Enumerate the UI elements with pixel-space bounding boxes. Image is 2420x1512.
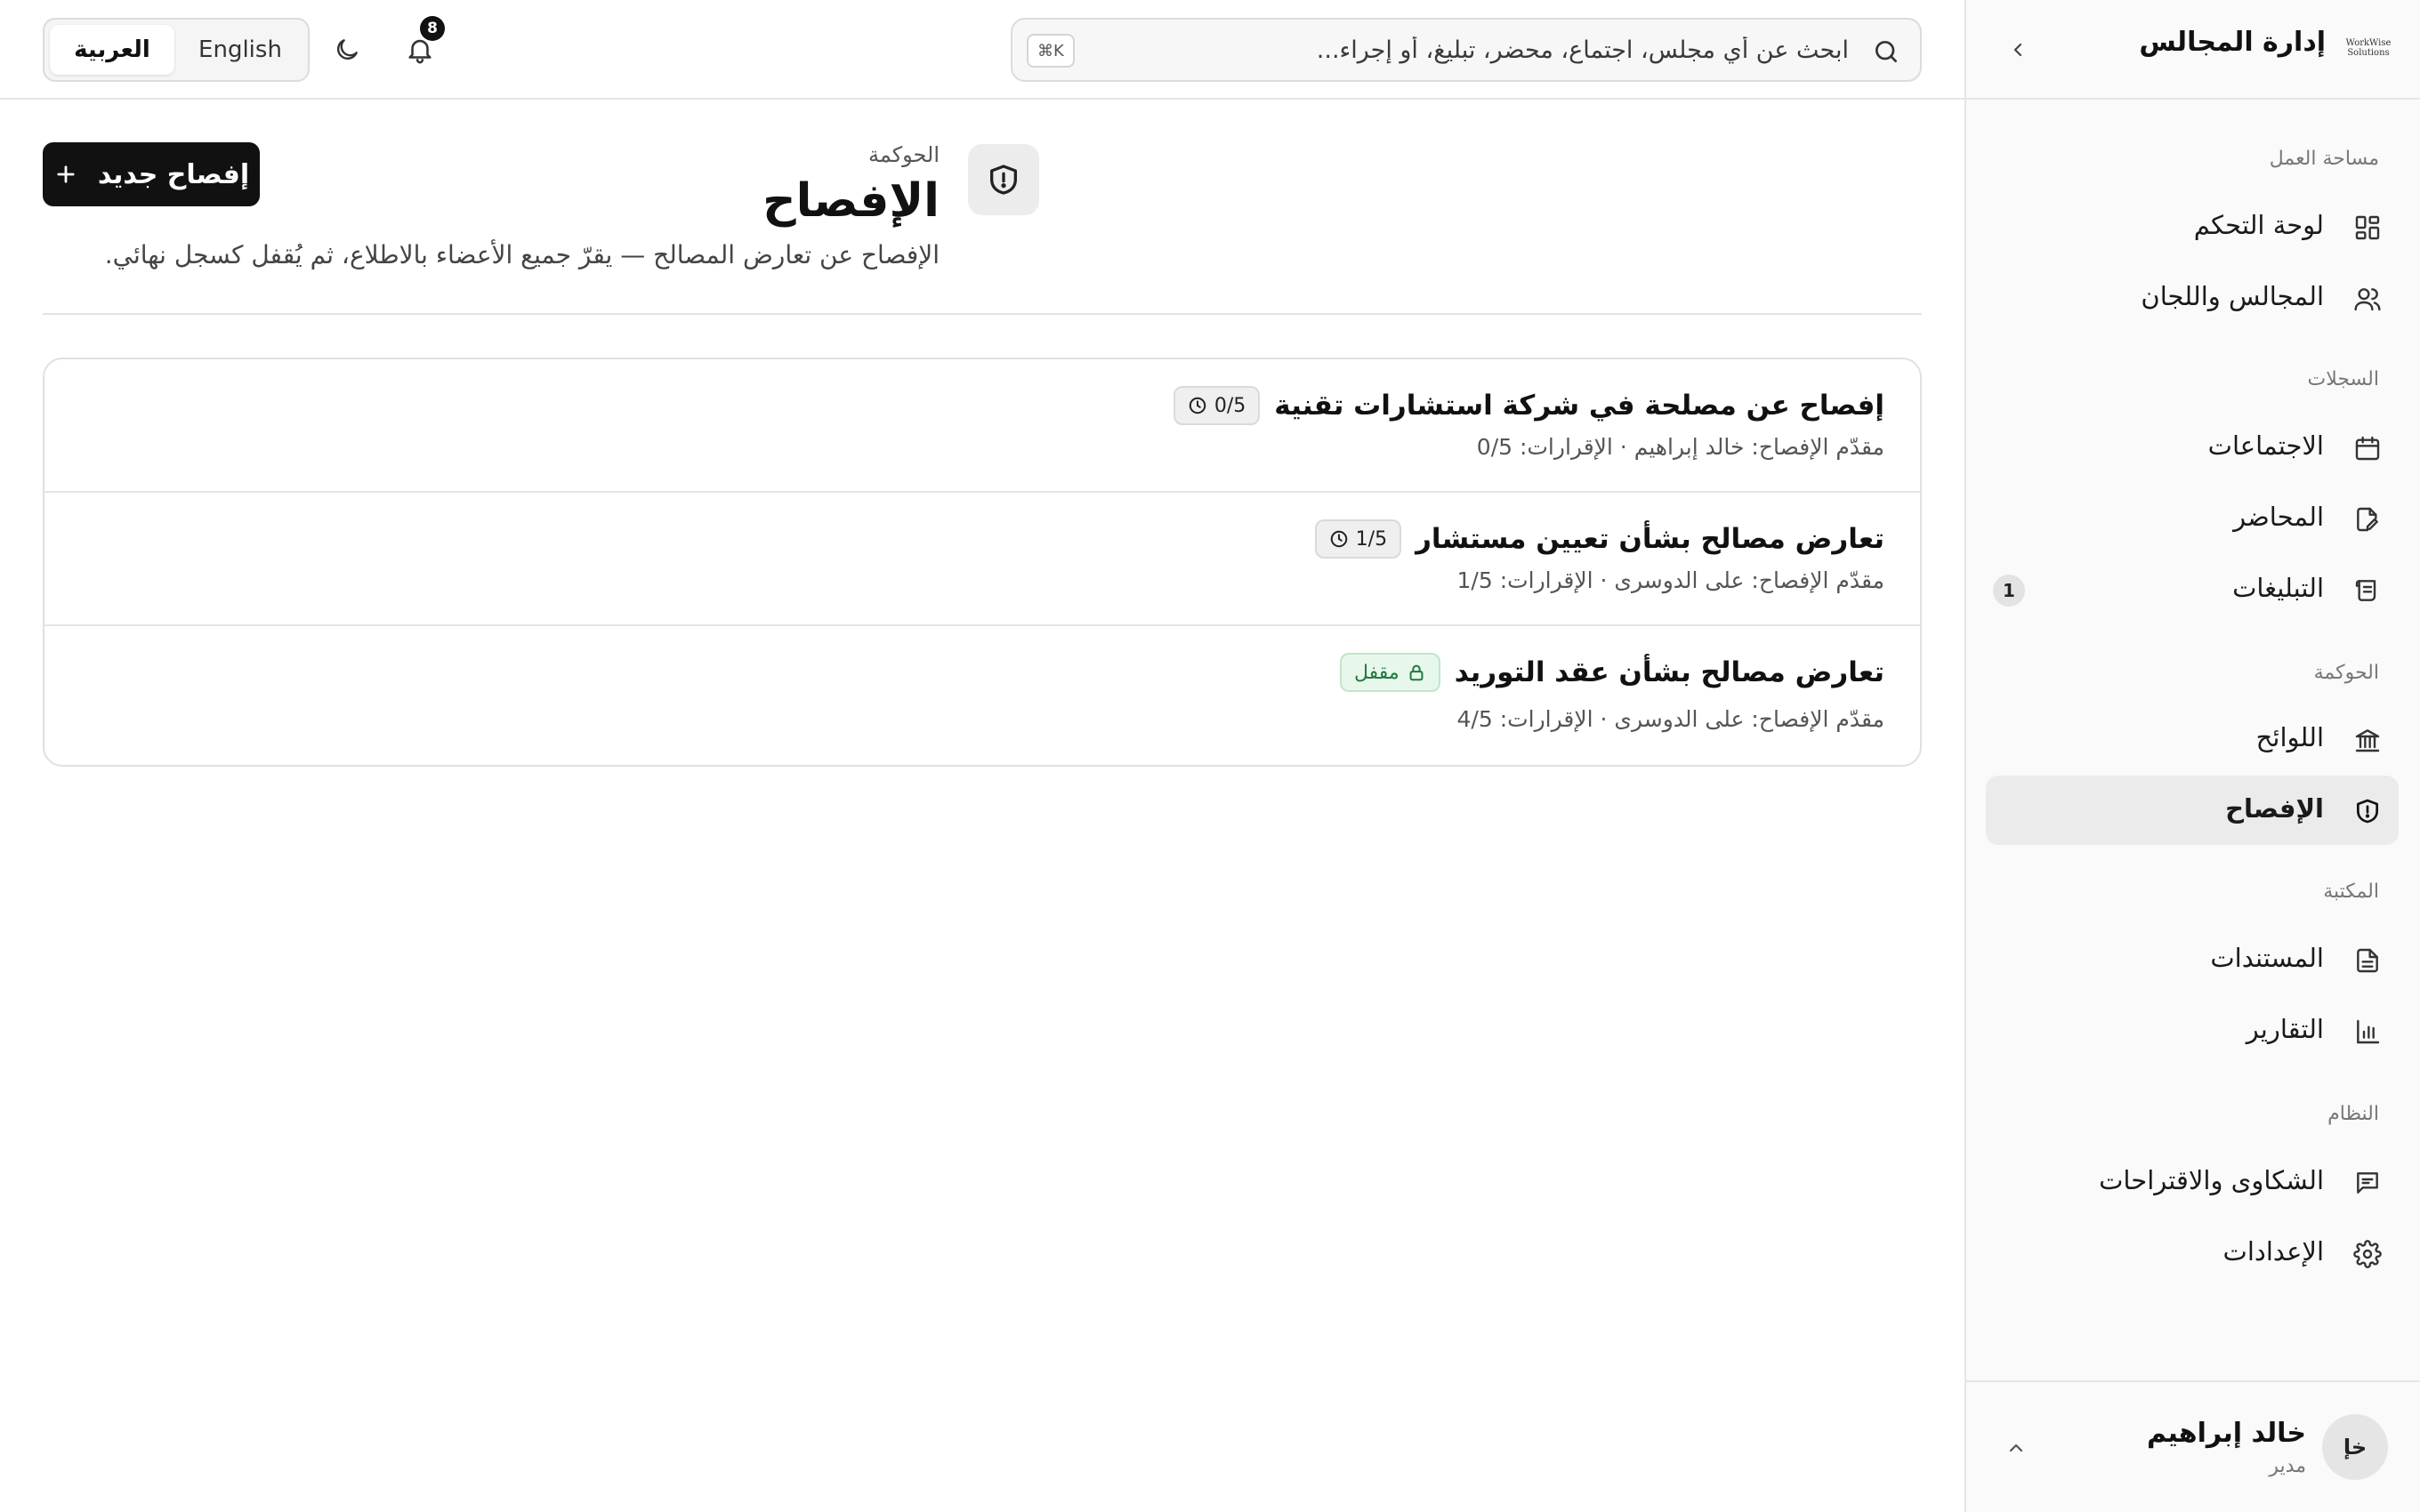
notices-count-badge: 1 (1993, 575, 2025, 607)
disclosure-row[interactable]: تعارض مصالح بشأن عقد التوريد مقفل مقدّم … (44, 626, 1920, 765)
sidebar-item-boards[interactable]: المجالس واللجان (1986, 263, 2399, 333)
brand-logo-line2: Solutions (2347, 48, 2390, 58)
moon-icon (337, 39, 358, 60)
sidebar-section-library: المكتبة (2323, 881, 2379, 903)
disclosure-row[interactable]: تعارض مصالح بشأن تعيين مستشار 1/5 مقدّم … (44, 493, 1920, 624)
search-icon (1870, 36, 1902, 68)
sidebar-item-meetings[interactable]: الاجتماعات (1986, 413, 2399, 482)
user-menu-button[interactable] (1998, 1430, 2034, 1466)
search-input[interactable] (1137, 28, 1849, 71)
users-icon (2352, 284, 2383, 314)
sidebar-item-label: اللوائح (2255, 722, 2324, 752)
brand-logo: WorkWise Solutions (2343, 36, 2393, 60)
clock-icon (1189, 397, 1206, 414)
sidebar-item-settings[interactable]: الإعدادات (1986, 1218, 2399, 1288)
disclosures-list: إفصاح عن مصلحة في شركة استشارات تقنية 0/… (43, 358, 1922, 767)
bank-icon (2352, 725, 2383, 755)
language-switch: English العربية (43, 18, 310, 82)
avatar[interactable]: خإ (2322, 1414, 2388, 1480)
sidebar-section-system: النظام (2327, 1103, 2379, 1125)
page-description: الإفصاح عن تعارض المصالح — يقرّ جميع الأ… (104, 240, 940, 269)
sidebar-section-governance: الحوكمة (2313, 662, 2379, 684)
disclosure-title-line: تعارض مصالح بشأن عقد التوريد مقفل (1340, 653, 1884, 692)
sidebar-item-label: المحاضر (2233, 502, 2324, 532)
sidebar-item-disclosure[interactable]: الإفصاح (1986, 776, 2399, 845)
sidebar-item-label: لوحة التحكم (2193, 210, 2324, 240)
sidebar-section-workspace: مساحة العمل (2269, 148, 2379, 170)
locked-status-text: مقفل (1354, 661, 1400, 684)
theme-toggle-button[interactable] (327, 30, 367, 69)
sidebar-item-regulations[interactable]: اللوائح (1986, 704, 2399, 774)
sidebar-item-reports[interactable]: التقارير (1986, 996, 2399, 1066)
lock-icon (1409, 664, 1424, 681)
sidebar-item-complaints[interactable]: الشكاوى والاقتراحات (1986, 1147, 2399, 1217)
calendar-icon (2352, 433, 2383, 463)
plus-icon (57, 165, 75, 183)
sidebar-item-label: الشكاوى والاقتراحات (2099, 1165, 2324, 1195)
disclosure-meta: مقدّم الإفصاح: خالد إبراهيم · الإقرارات:… (1476, 434, 1884, 460)
disclosure-title: تعارض مصالح بشأن عقد التوريد (1454, 656, 1884, 688)
header-divider (43, 313, 1922, 315)
clock-icon (1330, 530, 1347, 548)
acknowledgement-status-badge: 1/5 (1314, 519, 1402, 559)
sidebar-item-label: الاجتماعات (2207, 430, 2324, 461)
disclosure-meta: مقدّم الإفصاح: على الدوسرى · الإقرارات: … (1456, 567, 1884, 593)
notifications-button[interactable]: 8 (400, 16, 445, 69)
file-text-icon (2352, 945, 2383, 976)
scroll-icon (2352, 575, 2383, 606)
sidebar-item-label: التبليغات (2232, 573, 2324, 603)
notification-count-badge: 8 (420, 16, 445, 41)
search-shortcut-hint: ⌘K (1027, 34, 1075, 68)
disclosure-title: تعارض مصالح بشأن تعيين مستشار (1416, 523, 1884, 555)
new-disclosure-button[interactable]: إفصاح جديد (43, 142, 260, 206)
bar-chart-icon (2352, 1017, 2383, 1047)
sidebar-header: WorkWise Solutions إدارة المجالس (1966, 0, 2420, 100)
disclosure-title-line: تعارض مصالح بشأن تعيين مستشار 1/5 (1314, 519, 1884, 559)
user-panel: خإ خالد إبراهيم مدير (1966, 1380, 2420, 1512)
gear-icon (2352, 1239, 2383, 1269)
page-title: الإفصاح (762, 174, 940, 228)
shield-alert-icon (990, 165, 1017, 195)
acknowledgement-status-text: 0/5 (1214, 394, 1246, 417)
topbar: ⌘K 8 English العربية (0, 0, 1964, 100)
page-icon (968, 144, 1039, 215)
sidebar-item-notices[interactable]: التبليغات 1 (1986, 555, 2399, 624)
user-role: مدير (2269, 1455, 2306, 1477)
chevron-left-icon (2013, 43, 2022, 57)
disclosure-title-line: إفصاح عن مصلحة في شركة استشارات تقنية 0/… (1173, 386, 1884, 425)
dashboard-icon (2352, 213, 2383, 243)
sidebar-item-documents[interactable]: المستندات (1986, 925, 2399, 994)
sidebar-item-label: الإعدادات (2222, 1236, 2324, 1267)
sidebar-item-label: الإفصاح (2225, 793, 2324, 824)
sidebar-item-dashboard[interactable]: لوحة التحكم (1986, 192, 2399, 261)
brand-logo-line1: WorkWise (2345, 38, 2392, 48)
sidebar-item-label: التقارير (2246, 1014, 2324, 1044)
sidebar-section-records: السجلات (2307, 368, 2379, 390)
lang-option-english[interactable]: English (178, 25, 302, 75)
app-root: WorkWise Solutions إدارة المجالس مساحة ا… (0, 0, 2420, 1512)
chevron-up-icon (2009, 1444, 2023, 1452)
acknowledgement-status-badge: 0/5 (1173, 386, 1261, 425)
breadcrumb[interactable]: الحوكمة (868, 142, 940, 167)
search-box[interactable]: ⌘K (1011, 18, 1922, 82)
sidebar-item-minutes[interactable]: المحاضر (1986, 484, 2399, 553)
disclosure-meta: مقدّم الإفصاح: على الدوسرى · الإقرارات: … (1456, 706, 1884, 732)
disclosure-title: إفصاح عن مصلحة في شركة استشارات تقنية (1274, 390, 1884, 422)
shield-alert-icon (2352, 796, 2383, 826)
sidebar: WorkWise Solutions إدارة المجالس مساحة ا… (1964, 0, 2420, 1512)
locked-status-badge: مقفل (1340, 653, 1440, 692)
message-icon (2352, 1168, 2383, 1198)
sidebar-item-label: المجالس واللجان (2141, 281, 2324, 311)
brand-title: إدارة المجالس (2139, 27, 2326, 58)
disclosure-row[interactable]: إفصاح عن مصلحة في شركة استشارات تقنية 0/… (44, 359, 1920, 491)
new-disclosure-label: إفصاح جديد (97, 158, 250, 190)
user-name: خالد إبراهيم (2147, 1418, 2306, 1449)
edit-document-icon (2352, 504, 2383, 535)
sidebar-item-label: المستندات (2210, 943, 2324, 973)
sidebar-collapse-button[interactable] (1998, 30, 2037, 69)
lang-option-arabic[interactable]: العربية (50, 25, 174, 75)
acknowledgement-status-text: 1/5 (1355, 527, 1388, 551)
